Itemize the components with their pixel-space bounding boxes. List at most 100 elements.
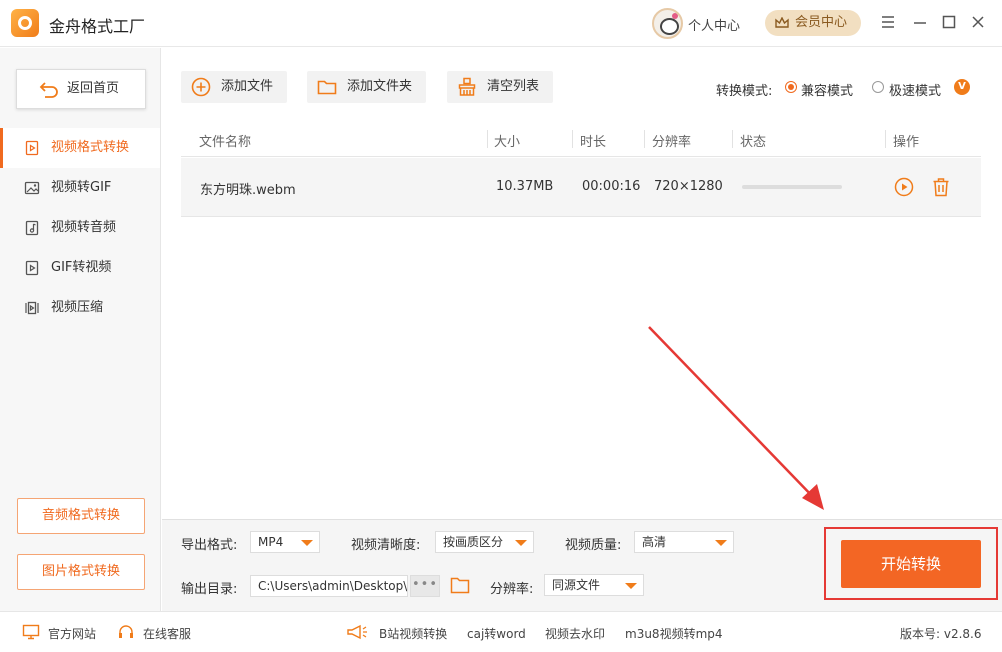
export-format-select[interactable]: MP4 <box>250 531 320 553</box>
version-label: 版本号: v2.8.6 <box>900 627 982 641</box>
compat-mode-label[interactable]: 兼容模式 <box>801 80 853 99</box>
crown-icon <box>775 17 789 28</box>
sidebar-item-video-to-gif[interactable]: 视频转GIF <box>0 168 160 208</box>
video-file-icon <box>25 260 39 276</box>
quality-select[interactable]: 高清 <box>634 531 734 553</box>
minimize-icon[interactable] <box>912 14 928 30</box>
chevron-down-icon <box>301 540 313 546</box>
chevron-down-icon <box>715 540 727 546</box>
fast-mode-label[interactable]: 极速模式 <box>889 80 941 99</box>
compat-mode-radio[interactable] <box>785 81 797 93</box>
sidebar-item-video-to-audio[interactable]: 视频转音频 <box>0 208 160 248</box>
clear-list-label: 清空列表 <box>487 79 540 94</box>
play-icon[interactable] <box>894 177 914 197</box>
column-divider <box>572 130 573 148</box>
headset-icon <box>119 625 133 638</box>
add-file-button[interactable]: 添加文件 <box>181 71 287 103</box>
browse-dots-button[interactable]: ••• <box>410 575 440 597</box>
table-row[interactable]: 东方明珠.webm 10.37MB 00:00:16 720×1280 <box>181 158 981 217</box>
monitor-icon <box>22 624 40 640</box>
quality-label: 视频质量: <box>565 538 622 553</box>
video-file-icon <box>25 140 39 156</box>
add-file-label: 添加文件 <box>221 79 274 94</box>
sidebar-item-video-compress[interactable]: 视频压缩 <box>0 288 160 328</box>
resolution-label: 分辨率: <box>490 582 534 597</box>
back-home-label: 返回首页 <box>67 81 120 96</box>
chevron-down-icon <box>625 583 637 589</box>
menu-icon[interactable] <box>880 14 896 30</box>
table-header-divider <box>181 156 981 157</box>
open-folder-icon[interactable] <box>450 576 470 594</box>
sidebar-item-label: 视频压缩 <box>51 300 104 315</box>
official-website-link[interactable]: 官方网站 <box>48 625 96 642</box>
image-icon <box>24 181 40 195</box>
trash-icon[interactable] <box>932 177 950 197</box>
start-convert-button[interactable]: 开始转换 <box>841 540 981 588</box>
column-divider <box>644 130 645 148</box>
app-title: 金舟格式工厂 <box>49 17 146 36</box>
vip-center-label: 会员中心 <box>795 15 848 30</box>
clear-list-button[interactable]: 清空列表 <box>447 71 553 103</box>
clarity-value: 按画质区分 <box>443 535 504 549</box>
clarity-select[interactable]: 按画质区分 <box>435 531 534 553</box>
vip-center-button[interactable]: 会员中心 <box>765 10 861 36</box>
annotation-arrow <box>648 326 824 510</box>
file-duration-cell: 00:00:16 <box>582 179 641 194</box>
video-watermark-link[interactable]: 视频去水印 <box>545 625 605 642</box>
resolution-value: 同源文件 <box>552 578 601 592</box>
image-format-convert-button[interactable]: 图片格式转换 <box>17 554 145 590</box>
clarity-label: 视频清晰度: <box>351 538 421 553</box>
header-resolution: 分辨率 <box>652 135 692 150</box>
title-bar: 金舟格式工厂 个人中心 会员中心 <box>0 0 1002 47</box>
bilibili-convert-link[interactable]: B站视频转换 <box>379 625 447 642</box>
vip-badge-icon: V <box>954 79 970 95</box>
fast-mode-radio[interactable] <box>872 81 884 93</box>
header-duration: 时长 <box>580 135 607 150</box>
sidebar-item-label: GIF转视频 <box>51 260 112 275</box>
header-action: 操作 <box>893 135 920 150</box>
sidebar-item-video-format[interactable]: 视频格式转换 <box>0 128 160 168</box>
file-resolution-cell: 720×1280 <box>654 179 723 194</box>
quality-value: 高清 <box>642 535 667 549</box>
file-name-cell: 东方明珠.webm <box>200 183 296 198</box>
caj-to-word-link[interactable]: caj转word <box>467 625 526 642</box>
conversion-progress-bar <box>742 185 842 189</box>
column-divider <box>885 130 886 148</box>
sidebar-item-label: 视频格式转换 <box>51 140 130 155</box>
sidebar-item-label: 视频转GIF <box>51 180 112 195</box>
conversion-mode-label: 转换模式: <box>716 84 773 99</box>
export-format-label: 导出格式: <box>181 538 238 553</box>
header-status: 状态 <box>740 135 767 150</box>
output-dir-label: 输出目录: <box>181 582 238 597</box>
compress-icon <box>25 301 39 315</box>
personal-center-link[interactable]: 个人中心 <box>688 15 740 34</box>
sidebar-item-label: 视频转音频 <box>51 220 117 235</box>
online-support-link[interactable]: 在线客服 <box>143 625 191 642</box>
column-divider <box>487 130 488 148</box>
back-home-button[interactable]: 返回首页 <box>16 69 146 109</box>
m3u8-to-mp4-link[interactable]: m3u8视频转mp4 <box>625 625 723 642</box>
audio-format-convert-button[interactable]: 音频格式转换 <box>17 498 145 534</box>
megaphone-icon <box>347 624 367 640</box>
maximize-icon[interactable] <box>941 14 957 30</box>
chevron-down-icon <box>515 540 527 546</box>
app-logo-icon <box>11 9 39 37</box>
output-dir-input[interactable]: C:\Users\admin\Desktop\ <box>250 575 408 597</box>
column-divider <box>732 130 733 148</box>
close-icon[interactable] <box>970 14 986 30</box>
add-folder-label: 添加文件夹 <box>347 79 413 94</box>
sidebar: 返回首页 视频格式转换 视频转GIF 视频转音频 GIF转视频 视频压缩 音频格… <box>0 48 161 611</box>
return-arrow-icon <box>39 82 58 98</box>
resolution-select[interactable]: 同源文件 <box>544 574 644 596</box>
add-folder-button[interactable]: 添加文件夹 <box>307 71 426 103</box>
avatar[interactable] <box>652 8 683 39</box>
header-size: 大小 <box>494 135 521 150</box>
broom-icon <box>458 77 476 96</box>
plus-circle-icon <box>191 77 211 97</box>
export-format-value: MP4 <box>258 535 284 549</box>
folder-icon <box>317 80 337 95</box>
footer: 官方网站 在线客服 B站视频转换 caj转word 视频去水印 m3u8视频转m… <box>0 611 1002 652</box>
file-size-cell: 10.37MB <box>496 179 554 194</box>
music-file-icon <box>25 220 39 236</box>
sidebar-item-gif-to-video[interactable]: GIF转视频 <box>0 248 160 288</box>
